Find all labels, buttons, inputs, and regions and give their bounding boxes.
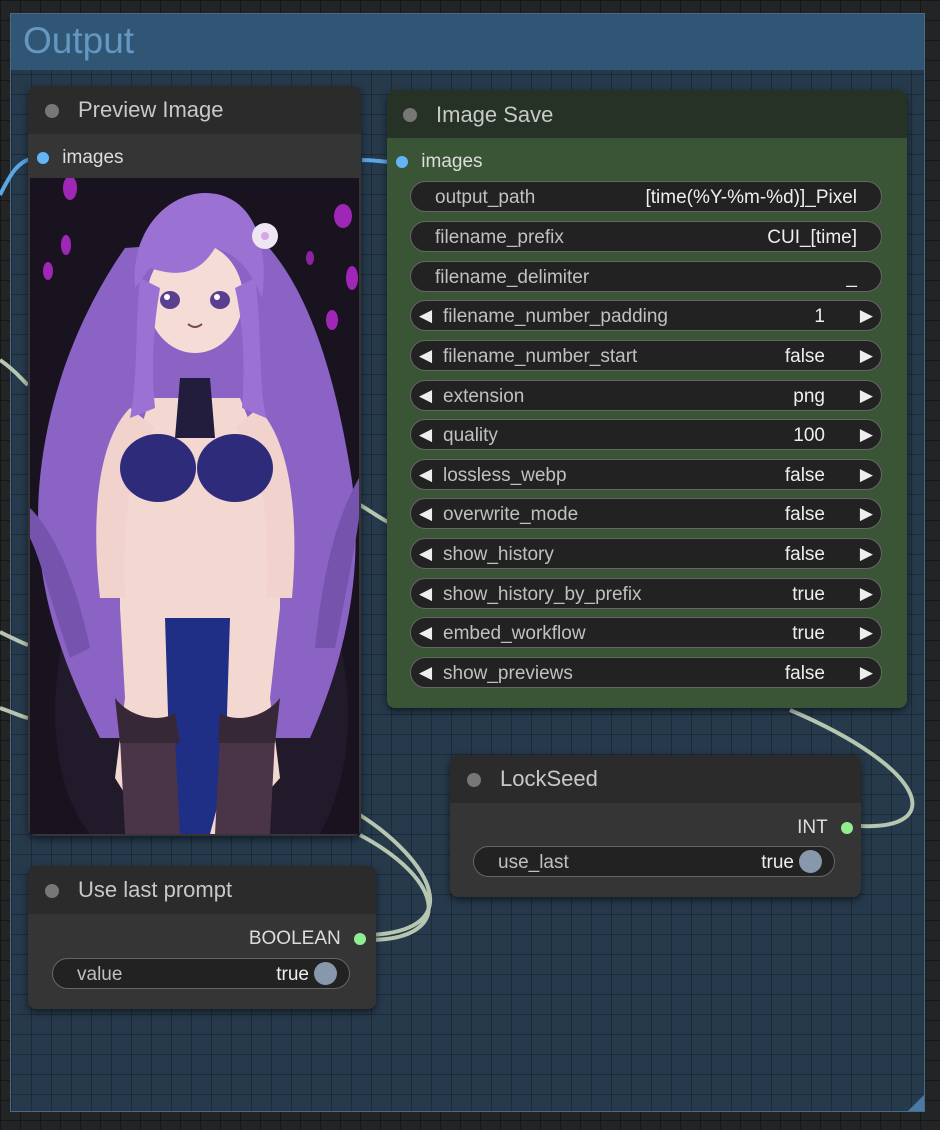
preview-input-images[interactable]: images bbox=[37, 147, 124, 169]
widget-use-last[interactable]: use_last true bbox=[473, 846, 835, 877]
lockseed-title-bar[interactable]: LockSeed bbox=[450, 755, 861, 803]
widget-extension[interactable]: ◀ extension png ▶ bbox=[410, 380, 882, 411]
widget-show-history[interactable]: ◀ show_history false ▶ bbox=[410, 538, 882, 569]
increment-arrow-icon[interactable]: ▶ bbox=[860, 623, 873, 643]
widget-show-previews[interactable]: ◀ show_previews false ▶ bbox=[410, 657, 882, 688]
decrement-arrow-icon[interactable]: ◀ bbox=[419, 544, 432, 564]
increment-arrow-icon[interactable]: ▶ bbox=[860, 504, 873, 524]
collapse-dot-icon[interactable] bbox=[403, 108, 417, 122]
group-title: Output bbox=[23, 20, 135, 61]
collapse-dot-icon[interactable] bbox=[45, 104, 59, 118]
decrement-arrow-icon[interactable]: ◀ bbox=[419, 306, 432, 326]
preview-image-title: Preview Image bbox=[78, 97, 224, 122]
widget-show-history-by-prefix[interactable]: ◀ show_history_by_prefix true ▶ bbox=[410, 578, 882, 609]
widget-lossless-webp[interactable]: ◀ lossless_webp false ▶ bbox=[410, 459, 882, 490]
decrement-arrow-icon[interactable]: ◀ bbox=[419, 386, 432, 406]
decrement-arrow-icon[interactable]: ◀ bbox=[419, 346, 432, 366]
widget-value[interactable]: value true bbox=[52, 958, 350, 989]
use-last-prompt-output-boolean[interactable]: BOOLEAN bbox=[249, 928, 366, 950]
increment-arrow-icon[interactable]: ▶ bbox=[860, 663, 873, 683]
preview-image bbox=[30, 178, 359, 834]
increment-arrow-icon[interactable]: ▶ bbox=[860, 584, 873, 604]
widget-filename-number-start[interactable]: ◀ filename_number_start false ▶ bbox=[410, 340, 882, 371]
use-last-prompt-title: Use last prompt bbox=[78, 877, 233, 902]
toggle-knob-icon[interactable] bbox=[799, 850, 822, 873]
widget-filename-prefix[interactable]: filename_prefix CUI_[time] bbox=[410, 221, 882, 252]
image-save-title: Image Save bbox=[436, 102, 554, 127]
collapse-dot-icon[interactable] bbox=[45, 884, 59, 898]
increment-arrow-icon[interactable]: ▶ bbox=[860, 346, 873, 366]
toggle-knob-icon[interactable] bbox=[314, 962, 337, 985]
decrement-arrow-icon[interactable]: ◀ bbox=[419, 504, 432, 524]
image-slot-dot-icon[interactable] bbox=[37, 151, 49, 164]
widget-quality[interactable]: ◀ quality 100 ▶ bbox=[410, 419, 882, 450]
image-slot-dot-icon[interactable] bbox=[396, 155, 408, 168]
image-save-title-bar[interactable]: Image Save bbox=[387, 90, 907, 138]
increment-arrow-icon[interactable]: ▶ bbox=[860, 306, 873, 326]
widget-embed-workflow[interactable]: ◀ embed_workflow true ▶ bbox=[410, 617, 882, 648]
increment-arrow-icon[interactable]: ▶ bbox=[860, 425, 873, 445]
increment-arrow-icon[interactable]: ▶ bbox=[860, 465, 873, 485]
widget-filename-delimiter[interactable]: filename_delimiter _ bbox=[410, 261, 882, 292]
lockseed-title: LockSeed bbox=[500, 766, 598, 791]
image-save-node[interactable]: Image Save images output_path [time(%Y-%… bbox=[387, 90, 907, 708]
int-slot-dot-icon[interactable] bbox=[841, 821, 853, 834]
save-input-images[interactable]: images bbox=[396, 151, 483, 173]
boolean-slot-dot-icon[interactable] bbox=[354, 932, 366, 945]
increment-arrow-icon[interactable]: ▶ bbox=[860, 544, 873, 564]
anime-girl-picture bbox=[30, 178, 359, 834]
use-last-prompt-title-bar[interactable]: Use last prompt bbox=[28, 866, 376, 914]
lockseed-node[interactable]: LockSeed INT use_last true bbox=[450, 755, 861, 897]
decrement-arrow-icon[interactable]: ◀ bbox=[419, 465, 432, 485]
decrement-arrow-icon[interactable]: ◀ bbox=[419, 584, 432, 604]
widget-overwrite-mode[interactable]: ◀ overwrite_mode false ▶ bbox=[410, 498, 882, 529]
decrement-arrow-icon[interactable]: ◀ bbox=[419, 623, 432, 643]
decrement-arrow-icon[interactable]: ◀ bbox=[419, 425, 432, 445]
collapse-dot-icon[interactable] bbox=[467, 773, 481, 787]
group-resize-handle[interactable] bbox=[908, 1095, 924, 1111]
increment-arrow-icon[interactable]: ▶ bbox=[860, 386, 873, 406]
preview-image-node[interactable]: Preview Image images bbox=[28, 86, 361, 836]
use-last-prompt-node[interactable]: Use last prompt BOOLEAN value true bbox=[28, 866, 376, 1009]
lockseed-output-int[interactable]: INT bbox=[797, 817, 853, 839]
widget-filename-number-padding[interactable]: ◀ filename_number_padding 1 ▶ bbox=[410, 300, 882, 331]
preview-image-title-bar[interactable]: Preview Image bbox=[28, 86, 361, 134]
widget-output-path[interactable]: output_path [time(%Y-%m-%d)]_Pixel bbox=[410, 181, 882, 212]
group-header[interactable] bbox=[11, 14, 924, 70]
decrement-arrow-icon[interactable]: ◀ bbox=[419, 663, 432, 683]
